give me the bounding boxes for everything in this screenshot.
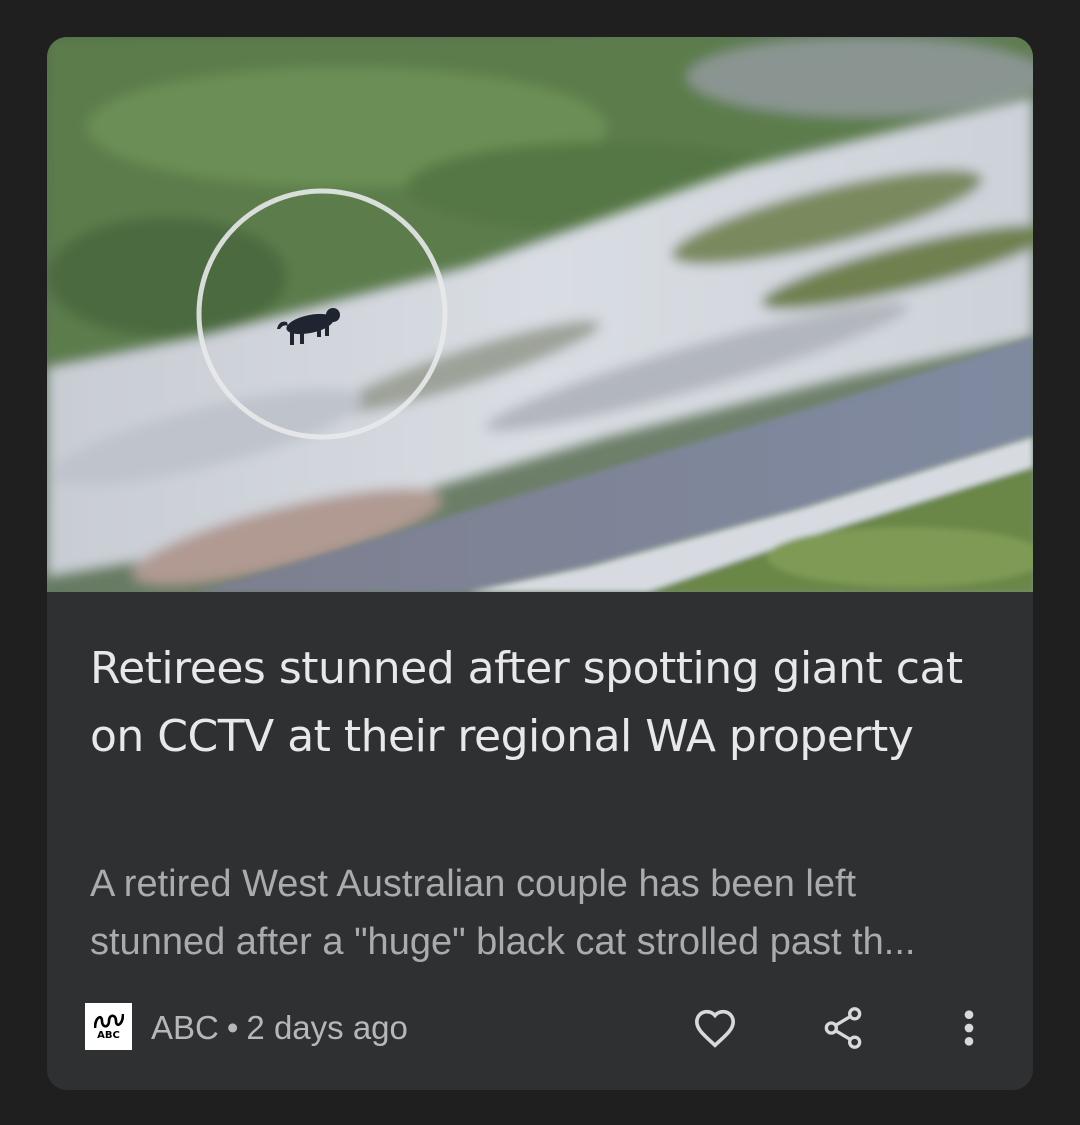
article-thumbnail[interactable]: [47, 37, 1033, 592]
share-icon: [824, 1007, 862, 1049]
more-options-button[interactable]: [941, 1003, 997, 1053]
heart-outline-icon: [694, 1009, 736, 1048]
share-button[interactable]: [815, 1003, 871, 1053]
article-snippet: A retired West Australian couple has bee…: [90, 855, 995, 971]
thumbnail-image: [47, 37, 1033, 592]
article-meta: ABC • 2 days ago: [151, 1006, 408, 1050]
publisher-name[interactable]: ABC: [151, 1009, 219, 1046]
article-age: 2 days ago: [246, 1009, 408, 1046]
abc-logo-icon: [93, 1013, 124, 1028]
like-button[interactable]: [687, 1003, 743, 1053]
publisher-logo-text: ABC: [97, 1029, 120, 1041]
card-footer: ABC ABC • 2 days ago: [85, 1003, 995, 1053]
news-card[interactable]: Retirees stunned after spotting giant ca…: [47, 37, 1033, 1090]
article-headline[interactable]: Retirees stunned after spotting giant ca…: [90, 635, 990, 771]
meta-separator: •: [226, 1009, 239, 1046]
snippet-line-1: A retired West Australian couple has bee…: [90, 863, 857, 905]
more-vert-icon: [964, 1010, 974, 1046]
snippet-line-2: stunned after a "huge" black cat strolle…: [90, 921, 916, 963]
publisher-logo: ABC: [85, 1003, 132, 1050]
